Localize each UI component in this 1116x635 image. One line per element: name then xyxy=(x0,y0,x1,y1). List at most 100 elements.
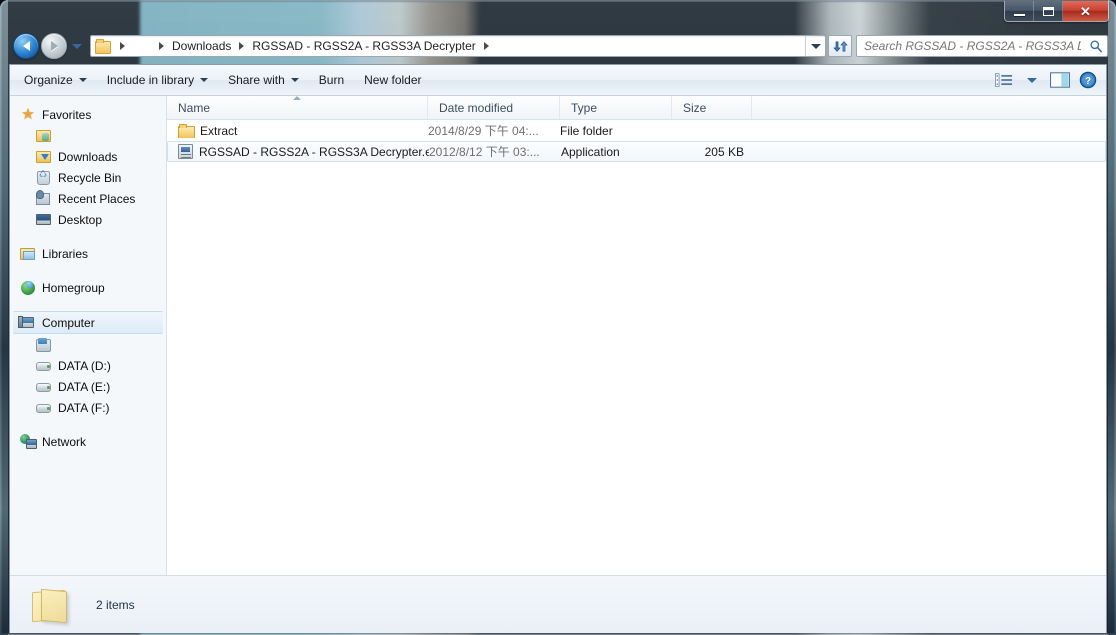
chevron-down-icon xyxy=(200,78,209,82)
sort-ascending-icon xyxy=(293,96,301,100)
star-icon: ★ xyxy=(21,105,35,123)
search-icon xyxy=(1085,39,1107,53)
local-disk-icon xyxy=(36,337,52,353)
sidebar-label: DATA (D:) xyxy=(58,358,111,373)
close-icon: ✕ xyxy=(1080,3,1091,19)
new-folder-button[interactable]: New folder xyxy=(354,69,431,92)
back-button[interactable] xyxy=(13,33,39,59)
drive-icon xyxy=(36,400,52,416)
navigation-bar: Downloads RGSSAD - RGSS2A - RGSS3A Decry… xyxy=(8,30,1108,62)
column-header-row: Name Date modified Type Size xyxy=(167,96,1106,120)
file-size-cell: 205 KB xyxy=(704,144,744,159)
organize-button[interactable]: Organize xyxy=(14,69,97,92)
breadcrumb-separator-icon xyxy=(159,42,164,50)
minimize-button[interactable] xyxy=(1005,1,1034,21)
folder-icon xyxy=(95,39,111,54)
arrow-left-icon xyxy=(22,41,30,51)
sidebar-item-network[interactable]: Network xyxy=(10,431,166,452)
navigation-pane: ★ Favorites Downloads Recycle Bin xyxy=(10,96,167,575)
sidebar-item-data-f[interactable]: DATA (F:) xyxy=(10,397,166,418)
search-box[interactable] xyxy=(856,35,1108,57)
help-icon: ? xyxy=(1079,71,1097,89)
burn-button[interactable]: Burn xyxy=(309,69,354,92)
include-in-library-button[interactable]: Include in library xyxy=(97,69,218,92)
forward-button[interactable] xyxy=(41,33,67,59)
recent-places-icon xyxy=(36,191,52,207)
burn-label: Burn xyxy=(318,73,345,87)
sidebar-item-homegroup[interactable]: Homegroup xyxy=(10,277,166,298)
command-bar: Organize Include in library Share with B… xyxy=(10,65,1106,96)
column-label: Name xyxy=(178,100,211,115)
sidebar-label: Favorites xyxy=(42,107,92,122)
svg-text:?: ? xyxy=(1085,76,1091,87)
folder-icon xyxy=(178,123,195,138)
sidebar-label: Computer xyxy=(42,315,95,330)
column-header-size[interactable]: Size xyxy=(672,96,752,119)
sidebar-item-desktop[interactable]: Desktop xyxy=(10,209,166,230)
view-dropdown-button[interactable] xyxy=(1018,69,1046,92)
preview-pane-button[interactable] xyxy=(1046,69,1074,92)
recent-pages-button[interactable] xyxy=(69,43,85,49)
user-folder-icon xyxy=(36,128,52,144)
sidebar-item-recycle-bin[interactable]: Recycle Bin xyxy=(10,167,166,188)
sidebar-item-data-d[interactable]: DATA (D:) xyxy=(10,355,166,376)
breadcrumb-downloads[interactable]: Downloads xyxy=(170,36,233,56)
column-label: Type xyxy=(571,100,598,115)
refresh-button[interactable] xyxy=(828,35,852,57)
file-name-cell: Extract xyxy=(167,123,428,138)
column-label: Date modified xyxy=(439,100,514,115)
file-name: Extract xyxy=(200,123,238,138)
chevron-down-icon xyxy=(290,78,299,82)
column-header-date-modified[interactable]: Date modified xyxy=(428,96,560,119)
maximize-button[interactable] xyxy=(1034,1,1063,21)
search-input[interactable] xyxy=(857,39,1085,53)
sidebar-label: Recycle Bin xyxy=(58,170,122,185)
sidebar-label: Recent Places xyxy=(58,191,136,206)
help-button[interactable]: ? xyxy=(1074,69,1102,92)
homegroup-icon xyxy=(20,280,36,296)
file-date-cell: 2014/8/29 下午 04:... xyxy=(428,124,539,138)
column-header-name[interactable]: Name xyxy=(167,96,428,119)
previous-locations-button[interactable] xyxy=(805,36,825,56)
arrow-right-icon xyxy=(50,41,58,51)
sidebar-item-favorites[interactable]: ★ Favorites xyxy=(10,104,166,125)
refresh-icon xyxy=(832,40,848,52)
explorer-client-area: Organize Include in library Share with B… xyxy=(9,64,1107,633)
sidebar-label: Downloads xyxy=(58,149,118,164)
sidebar-item-user-folder[interactable] xyxy=(10,125,166,146)
breadcrumb-separator-icon xyxy=(239,42,245,50)
column-label: Size xyxy=(683,100,707,115)
file-type-cell: File folder xyxy=(560,123,613,138)
close-button[interactable]: ✕ xyxy=(1063,1,1108,21)
table-row[interactable]: RGSSAD - RGSS2A - RGSS3A Decrypter.exe 2… xyxy=(167,141,1106,162)
breadcrumb-current-folder[interactable]: RGSSAD - RGSS2A - RGSS3A Decrypter xyxy=(250,36,477,56)
desktop-icon xyxy=(36,212,52,228)
sidebar-item-local-disk[interactable] xyxy=(10,334,166,355)
sidebar-item-computer[interactable]: Computer xyxy=(13,311,163,334)
table-row[interactable]: Extract 2014/8/29 下午 04:... File folder xyxy=(167,120,1106,141)
sidebar-item-recent-places[interactable]: Recent Places xyxy=(10,188,166,209)
column-header-type[interactable]: Type xyxy=(560,96,672,119)
change-view-button[interactable] xyxy=(990,69,1018,92)
file-name-cell: RGSSAD - RGSS2A - RGSS3A Decrypter.exe xyxy=(168,144,429,159)
window-controls: ✕ xyxy=(1004,1,1109,22)
sidebar-item-downloads[interactable]: Downloads xyxy=(10,146,166,167)
status-bar: 2 items xyxy=(10,575,1106,633)
breadcrumb-separator-icon xyxy=(120,42,125,50)
sidebar-item-libraries[interactable]: Libraries xyxy=(10,243,166,264)
address-bar[interactable]: Downloads RGSSAD - RGSS2A - RGSS3A Decry… xyxy=(90,35,826,57)
network-icon xyxy=(20,434,36,450)
sidebar-label: Homegroup xyxy=(42,280,105,295)
file-type-cell: Application xyxy=(561,144,620,159)
organize-label: Organize xyxy=(24,73,73,87)
sidebar-label: DATA (F:) xyxy=(58,400,110,415)
sidebar-label: Network xyxy=(42,434,87,449)
breadcrumb-separator-icon xyxy=(483,42,489,50)
preview-pane-icon xyxy=(1050,72,1070,88)
sidebar-item-data-e[interactable]: DATA (E:) xyxy=(10,376,166,397)
application-icon xyxy=(178,144,193,159)
share-with-button[interactable]: Share with xyxy=(218,69,309,92)
drive-icon xyxy=(36,379,52,395)
